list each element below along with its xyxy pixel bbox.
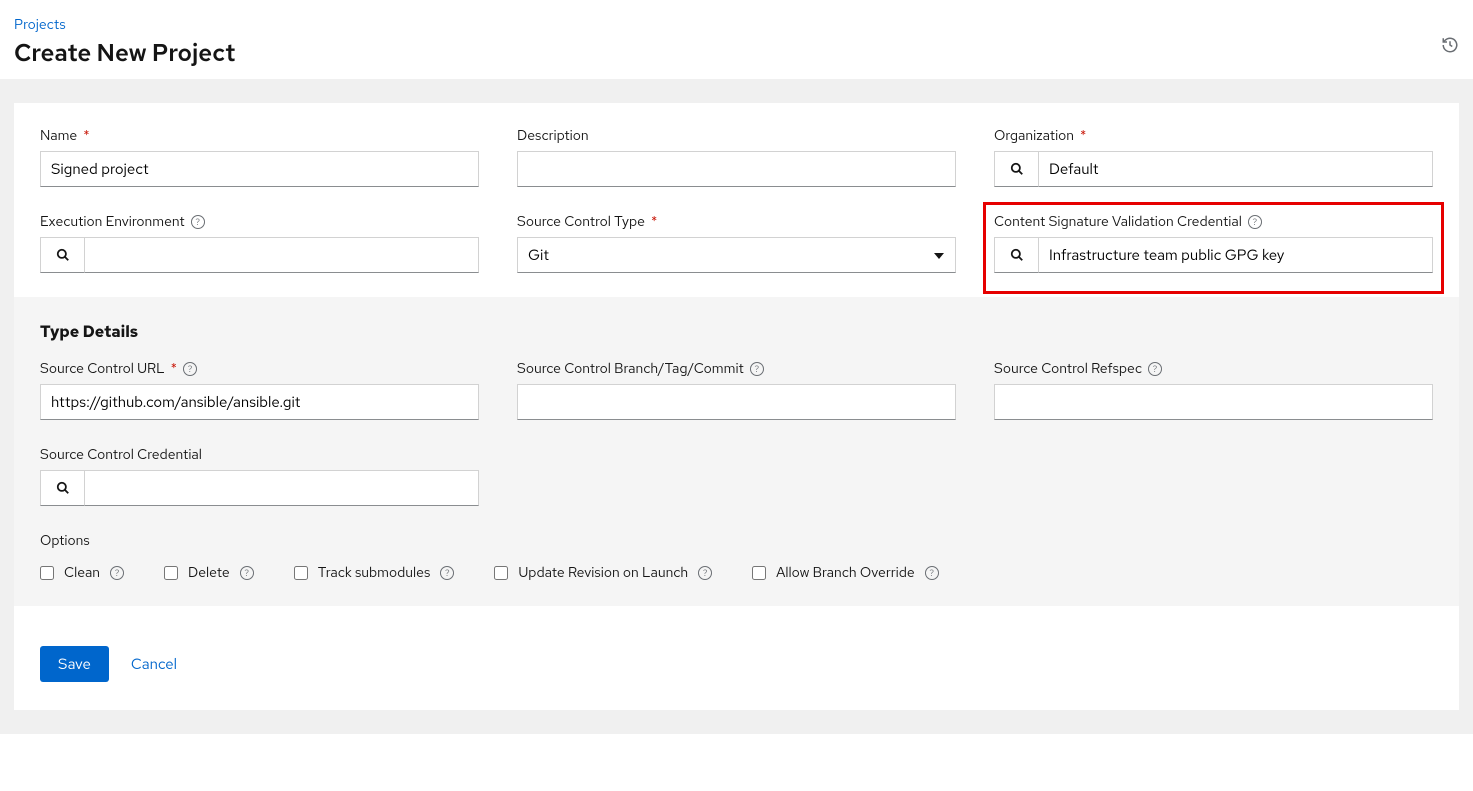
name-field: Name * [40, 127, 479, 187]
help-icon[interactable]: ? [183, 362, 197, 376]
scm-type-select[interactable]: Git [517, 237, 956, 273]
page-title: Create New Project [14, 38, 235, 69]
exec-env-field: Execution Environment ? [40, 213, 479, 273]
name-input[interactable] [40, 151, 479, 187]
description-field: Description [517, 127, 956, 187]
scm-url-label: Source Control URL [40, 360, 165, 378]
delete-label: Delete [188, 564, 230, 582]
required-indicator: * [171, 360, 177, 378]
option-delete[interactable]: Delete ? [164, 564, 254, 582]
organization-label: Organization [994, 127, 1074, 145]
required-indicator: * [1080, 127, 1086, 145]
track-submodules-checkbox[interactable] [294, 566, 308, 580]
help-icon[interactable]: ? [191, 215, 205, 229]
organization-field: Organization * [994, 127, 1433, 187]
help-icon[interactable]: ? [1148, 362, 1162, 376]
history-icon[interactable] [1441, 36, 1459, 59]
description-label: Description [517, 127, 589, 145]
option-allow-branch-override[interactable]: Allow Branch Override ? [752, 564, 939, 582]
scm-credential-input[interactable] [84, 470, 479, 506]
exec-env-input[interactable] [84, 237, 479, 273]
exec-env-label: Execution Environment [40, 213, 185, 231]
scm-credential-field: Source Control Credential [40, 446, 479, 506]
search-icon [56, 481, 70, 495]
clean-label: Clean [64, 564, 100, 582]
scm-branch-label: Source Control Branch/Tag/Commit [517, 360, 744, 378]
help-icon[interactable]: ? [240, 566, 254, 580]
scm-url-field: Source Control URL * ? [40, 360, 479, 420]
scm-branch-input[interactable] [517, 384, 956, 420]
organization-input[interactable] [1038, 151, 1433, 187]
option-clean[interactable]: Clean ? [40, 564, 124, 582]
type-details-heading: Type Details [40, 321, 1433, 342]
track-submodules-label: Track submodules [318, 564, 431, 582]
delete-checkbox[interactable] [164, 566, 178, 580]
save-button[interactable]: Save [40, 646, 109, 682]
scm-type-label: Source Control Type [517, 213, 645, 231]
scm-url-input[interactable] [40, 384, 479, 420]
content-sig-lookup-button[interactable] [994, 237, 1038, 273]
cancel-button[interactable]: Cancel [131, 654, 177, 674]
help-icon[interactable]: ? [110, 566, 124, 580]
allow-branch-override-checkbox[interactable] [752, 566, 766, 580]
scm-type-field: Source Control Type * Git [517, 213, 956, 273]
update-on-launch-label: Update Revision on Launch [518, 564, 688, 582]
option-track-submodules[interactable]: Track submodules ? [294, 564, 455, 582]
scm-credential-label: Source Control Credential [40, 446, 202, 464]
scm-branch-field: Source Control Branch/Tag/Commit ? [517, 360, 956, 420]
organization-lookup-button[interactable] [994, 151, 1038, 187]
content-sig-highlight: Content Signature Validation Credential … [983, 202, 1444, 294]
help-icon[interactable]: ? [1248, 215, 1262, 229]
content-sig-label: Content Signature Validation Credential [994, 213, 1242, 231]
required-indicator: * [651, 213, 657, 231]
search-icon [1010, 162, 1024, 176]
name-label: Name [40, 127, 77, 145]
required-indicator: * [83, 127, 89, 145]
clean-checkbox[interactable] [40, 566, 54, 580]
content-sig-field: Content Signature Validation Credential … [994, 213, 1433, 273]
option-update-on-launch[interactable]: Update Revision on Launch ? [494, 564, 712, 582]
exec-env-lookup-button[interactable] [40, 237, 84, 273]
options-label: Options [40, 532, 1433, 550]
breadcrumb-projects[interactable]: Projects [14, 16, 235, 34]
help-icon[interactable]: ? [925, 566, 939, 580]
search-icon [56, 248, 70, 262]
help-icon[interactable]: ? [698, 566, 712, 580]
scm-refspec-label: Source Control Refspec [994, 360, 1142, 378]
options-field: Options Clean ? Delete ? Track submodule… [40, 532, 1433, 582]
allow-branch-override-label: Allow Branch Override [776, 564, 915, 582]
scm-refspec-field: Source Control Refspec ? [994, 360, 1433, 420]
content-sig-input[interactable] [1038, 237, 1433, 273]
help-icon[interactable]: ? [750, 362, 764, 376]
description-input[interactable] [517, 151, 956, 187]
search-icon [1010, 248, 1024, 262]
scm-refspec-input[interactable] [994, 384, 1433, 420]
help-icon[interactable]: ? [440, 566, 454, 580]
update-on-launch-checkbox[interactable] [494, 566, 508, 580]
scm-credential-lookup-button[interactable] [40, 470, 84, 506]
